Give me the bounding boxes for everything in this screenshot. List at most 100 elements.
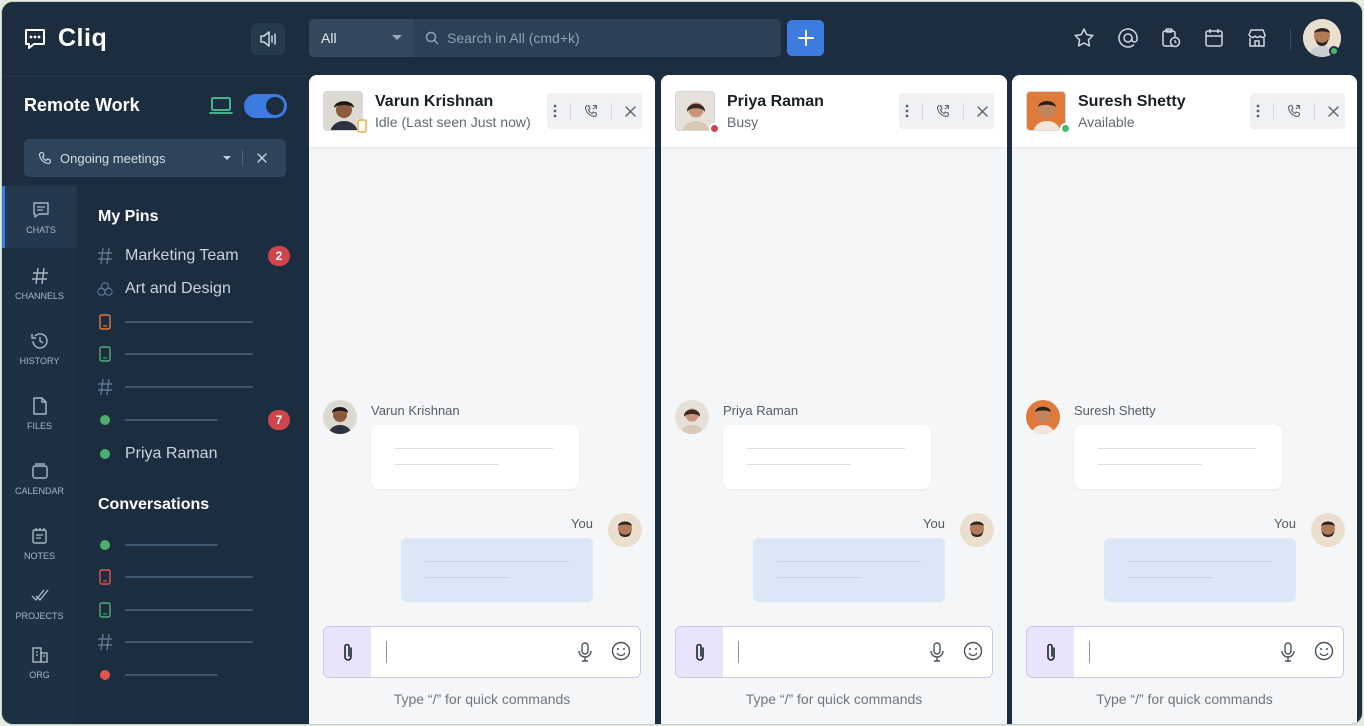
starred-button[interactable]: [1070, 24, 1098, 52]
my-avatar: [960, 513, 994, 547]
speaker-button[interactable]: [251, 23, 285, 55]
pin-item[interactable]: [97, 374, 297, 400]
call-icon[interactable]: [936, 104, 950, 118]
close-icon[interactable]: [624, 105, 636, 117]
outgoing-message[interactable]: [401, 538, 593, 602]
close-icon[interactable]: [976, 105, 988, 117]
attach-button[interactable]: [1027, 627, 1074, 677]
rail-item-channels[interactable]: CHANNELS: [2, 252, 77, 314]
sender-avatar[interactable]: [1026, 400, 1060, 434]
text-cursor: [386, 641, 387, 663]
conversation-item[interactable]: [97, 629, 297, 655]
mobile-icon: [99, 569, 111, 585]
conversation-item[interactable]: [97, 662, 297, 688]
pin-item[interactable]: [97, 341, 297, 367]
laptop-icon[interactable]: [209, 96, 233, 116]
more-icon[interactable]: [553, 104, 557, 118]
chevron-down-icon[interactable]: [222, 155, 232, 162]
call-icon[interactable]: [584, 104, 598, 118]
hash-icon: [98, 633, 112, 651]
conversation-item[interactable]: [97, 564, 297, 590]
contact-name: Suresh Shetty: [1078, 93, 1186, 110]
rail-label: CHATS: [26, 224, 56, 235]
more-icon[interactable]: [905, 104, 909, 118]
mic-icon[interactable]: [577, 641, 593, 663]
pin-item-art-and-design[interactable]: Art and Design: [97, 276, 297, 302]
search-icon: [425, 31, 439, 45]
search-scope-dropdown[interactable]: All: [309, 19, 413, 57]
workspace-name[interactable]: Remote Work: [24, 95, 140, 116]
star-icon: [1074, 28, 1094, 47]
rail-item-chats[interactable]: CHATS: [2, 186, 77, 248]
mobile-icon: [99, 602, 111, 618]
search-bar: All Search in All (cmd+k): [309, 19, 781, 57]
hash-icon: [31, 267, 48, 284]
rail-label: NOTES: [23, 550, 55, 561]
emoji-icon[interactable]: [963, 641, 983, 661]
message-composer[interactable]: [323, 626, 641, 678]
rail-item-projects[interactable]: PROJECTS: [2, 572, 77, 634]
search-input[interactable]: Search in All (cmd+k): [413, 19, 781, 57]
rail-item-history[interactable]: HISTORY: [2, 317, 77, 379]
rail-item-files[interactable]: FILES: [2, 382, 77, 444]
paperclip-icon: [1046, 643, 1055, 661]
incoming-message[interactable]: [723, 425, 931, 489]
pin-label: Marketing Team: [125, 247, 239, 264]
attach-button[interactable]: [324, 627, 371, 677]
hash-icon: [98, 378, 112, 396]
pin-item[interactable]: [97, 407, 297, 433]
new-button[interactable]: [787, 20, 824, 56]
ongoing-meetings-filter[interactable]: Ongoing meetings: [24, 139, 286, 177]
close-icon[interactable]: [1327, 105, 1339, 117]
divider: [1273, 103, 1275, 119]
more-icon[interactable]: [1256, 104, 1260, 118]
sender-name: Priya Raman: [723, 403, 799, 418]
call-icon[interactable]: [1287, 104, 1301, 118]
remote-work-toggle[interactable]: [244, 94, 287, 118]
at-icon: [1118, 28, 1138, 48]
emoji-icon[interactable]: [611, 641, 631, 661]
sender-avatar[interactable]: [675, 400, 709, 434]
chat-header: Priya Raman Busy: [661, 75, 1007, 147]
rail-label: CALENDAR: [14, 485, 64, 496]
conversation-item[interactable]: [97, 532, 297, 558]
unread-badge: 2: [268, 246, 290, 266]
calendar-icon: [1205, 29, 1223, 47]
app-name: Cliq: [58, 24, 108, 52]
mic-icon[interactable]: [929, 641, 945, 663]
history-icon: [30, 332, 48, 349]
mentions-button[interactable]: [1114, 24, 1142, 52]
conversation-item[interactable]: [97, 597, 297, 623]
file-icon: [32, 396, 47, 415]
message-composer[interactable]: [1026, 626, 1344, 678]
app-logo[interactable]: Cliq: [22, 24, 107, 53]
incoming-message[interactable]: [371, 425, 579, 489]
redacted-name: [125, 609, 253, 611]
toolbar-divider: [1290, 28, 1291, 50]
outgoing-message[interactable]: [1104, 538, 1296, 602]
pin-item[interactable]: [97, 309, 297, 335]
pin-item-priya-raman[interactable]: Priya Raman: [97, 441, 297, 467]
user-photo-icon: [608, 513, 642, 547]
mic-icon[interactable]: [1280, 641, 1296, 663]
rail-item-calendar[interactable]: CALENDAR: [2, 447, 77, 509]
outgoing-message[interactable]: [753, 538, 945, 602]
incoming-message[interactable]: [1074, 425, 1282, 489]
calendar-button[interactable]: [1200, 24, 1228, 52]
pin-item-marketing-team[interactable]: Marketing Team: [97, 243, 297, 269]
rail-label: ORG: [29, 669, 50, 680]
rail-item-org[interactable]: ORG: [2, 631, 77, 693]
mobile-icon: [99, 314, 111, 330]
attach-button[interactable]: [676, 627, 723, 677]
rail-label: CHANNELS: [14, 290, 64, 301]
sender-avatar[interactable]: [323, 400, 357, 434]
close-icon[interactable]: [257, 153, 267, 163]
emoji-icon[interactable]: [1314, 641, 1334, 661]
redacted-name: [125, 386, 253, 388]
app-window: Cliq All Search in All (cmd+k) Remote Wo…: [1, 1, 1363, 725]
store-button[interactable]: [1243, 24, 1271, 52]
reminders-button[interactable]: [1157, 24, 1185, 52]
conversations-title: Conversations: [98, 496, 210, 513]
rail-item-notes[interactable]: NOTES: [2, 512, 77, 574]
message-composer[interactable]: [675, 626, 993, 678]
